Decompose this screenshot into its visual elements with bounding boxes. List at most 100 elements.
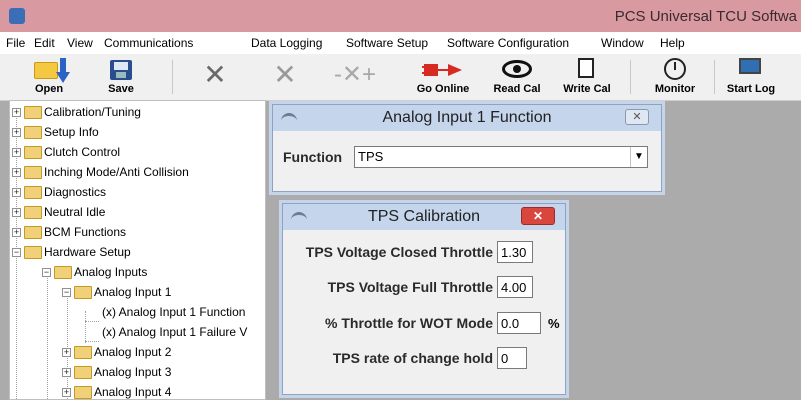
navigation-tree[interactable]: + Calibration/Tuning + Setup Info + Clut… <box>9 100 266 400</box>
menu-software-configuration[interactable]: Software Configuration <box>447 36 569 50</box>
percent-unit: % <box>548 316 560 331</box>
expand-icon[interactable]: + <box>12 148 21 157</box>
folder-icon <box>24 186 42 199</box>
folder-icon <box>74 346 92 359</box>
tools-add-button[interactable]: -✕+ <box>330 56 380 96</box>
function-select[interactable]: TPS ▼ <box>354 146 648 168</box>
tree-item[interactable]: + Clutch Control <box>10 144 265 162</box>
rate-hold-label: TPS rate of change hold <box>332 350 493 366</box>
tree-item[interactable]: + Analog Input 3 <box>10 364 265 382</box>
expand-icon[interactable]: + <box>12 168 21 177</box>
close-icon: ✕ <box>532 209 544 223</box>
dialog-title-bar[interactable]: TPS Calibration ✕ <box>283 204 565 230</box>
start-log-button[interactable]: Start Log <box>722 56 780 96</box>
open-button[interactable]: Open <box>20 56 78 96</box>
toolbar-separator <box>714 60 715 94</box>
chevron-down-icon[interactable]: ▼ <box>630 147 647 167</box>
toolbar: Open Save ✕ ✕ -✕+ Go Online Read Cal Wri… <box>0 54 801 101</box>
document-edit-icon <box>578 58 594 78</box>
tree-item[interactable]: − Analog Inputs <box>10 264 265 282</box>
write-cal-button[interactable]: Write Cal <box>556 56 618 96</box>
tree-item[interactable]: + Analog Input 2 <box>10 344 265 362</box>
arrow-down-icon <box>56 58 70 83</box>
app-icon <box>9 8 25 24</box>
save-button[interactable]: Save <box>98 56 144 96</box>
tps-full-input[interactable] <box>497 276 533 298</box>
tree-item[interactable]: + Diagnostics <box>10 184 265 202</box>
tree-item[interactable]: (x) Analog Input 1 Failure V <box>10 324 265 342</box>
expand-icon[interactable]: + <box>62 348 71 357</box>
eye-icon <box>502 60 532 78</box>
function-select-value: TPS <box>358 149 384 164</box>
tree-item[interactable]: (x) Analog Input 1 Function <box>10 304 265 322</box>
wrench-icon: ✕ <box>273 59 297 90</box>
tps-closed-label: TPS Voltage Closed Throttle <box>305 244 493 260</box>
close-button[interactable]: ✕ <box>521 207 555 225</box>
folder-icon <box>24 146 42 159</box>
expand-icon[interactable]: + <box>12 188 21 197</box>
tree-item[interactable]: + Neutral Idle <box>10 204 265 222</box>
gauge-icon <box>664 58 686 80</box>
toolbar-separator <box>172 60 173 94</box>
menu-file[interactable]: File <box>6 36 25 50</box>
open-folder-icon <box>24 246 42 259</box>
menu-communications[interactable]: Communications <box>104 36 193 50</box>
wrench-plus-icon: -✕+ <box>333 61 377 88</box>
expand-icon[interactable]: + <box>62 388 71 397</box>
wot-threshold-label: % Throttle for WOT Mode <box>325 315 493 331</box>
floppy-icon <box>110 60 132 80</box>
read-cal-button[interactable]: Read Cal <box>486 56 548 96</box>
menu-edit[interactable]: Edit <box>34 36 55 50</box>
window-title: PCS Universal TCU Softwa <box>614 8 797 25</box>
tree-item[interactable]: − Analog Input 1 <box>10 284 265 302</box>
menu-bar: File Edit View Communications Data Loggi… <box>0 32 801 55</box>
folder-icon <box>24 106 42 119</box>
menu-data-logging[interactable]: Data Logging <box>251 36 322 50</box>
menu-help[interactable]: Help <box>660 36 685 50</box>
tools-button[interactable]: ✕ <box>190 56 240 96</box>
menu-view[interactable]: View <box>67 36 93 50</box>
expand-icon[interactable]: + <box>12 208 21 217</box>
expand-icon[interactable]: + <box>12 128 21 137</box>
dialog-title: Analog Input 1 Function <box>382 109 552 126</box>
tps-calibration-dialog: TPS Calibration ✕ TPS Voltage Closed Thr… <box>282 203 566 395</box>
collapse-icon[interactable]: − <box>42 268 51 277</box>
folder-icon <box>24 126 42 139</box>
go-online-button[interactable]: Go Online <box>404 56 482 96</box>
collapse-icon[interactable]: − <box>12 248 21 257</box>
close-button[interactable]: ✕ <box>625 109 649 125</box>
open-folder-icon <box>54 266 72 279</box>
folder-icon <box>74 386 92 399</box>
expand-icon[interactable]: + <box>12 108 21 117</box>
toolbar-separator <box>630 60 631 94</box>
folder-icon <box>24 166 42 179</box>
monitor-button[interactable]: Monitor <box>646 56 704 96</box>
folder-icon <box>34 62 58 79</box>
tps-full-label: TPS Voltage Full Throttle <box>327 279 493 295</box>
function-label: Function <box>283 149 343 165</box>
rate-hold-input[interactable] <box>497 347 527 369</box>
menu-window[interactable]: Window <box>601 36 644 50</box>
expand-icon[interactable]: + <box>12 228 21 237</box>
collapse-icon[interactable]: − <box>62 288 71 297</box>
wot-threshold-input[interactable] <box>497 312 541 334</box>
folder-icon <box>24 206 42 219</box>
tree-item[interactable]: + BCM Functions <box>10 224 265 242</box>
tree-item[interactable]: + Setup Info <box>10 124 265 142</box>
analog-input-function-dialog: Analog Input 1 Function ✕ Function TPS ▼ <box>272 104 662 192</box>
plug-icon <box>422 64 462 76</box>
menu-software-setup[interactable]: Software Setup <box>346 36 428 50</box>
close-icon: ✕ <box>632 111 642 123</box>
tree-item[interactable]: + Inching Mode/Anti Collision <box>10 164 265 182</box>
expand-icon[interactable]: + <box>62 368 71 377</box>
tools-disabled-button[interactable]: ✕ <box>260 56 310 96</box>
open-folder-icon <box>74 286 92 299</box>
folder-icon <box>74 366 92 379</box>
tree-item[interactable]: − Hardware Setup <box>10 244 265 262</box>
title-bar: PCS Universal TCU Softwa <box>0 0 801 32</box>
tps-closed-input[interactable] <box>497 241 533 263</box>
folder-icon <box>24 226 42 239</box>
computer-icon <box>739 58 761 74</box>
dialog-title-bar[interactable]: Analog Input 1 Function ✕ <box>273 105 661 131</box>
tree-item[interactable]: + Calibration/Tuning <box>10 104 265 122</box>
